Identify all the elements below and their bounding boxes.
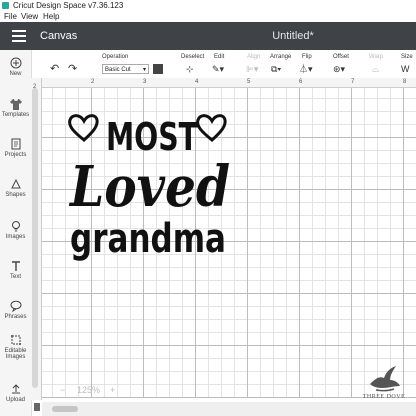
zoom-level: 125% — [77, 385, 101, 395]
redo-icon[interactable]: ↷ — [68, 64, 77, 75]
plus-circle-icon — [10, 57, 21, 69]
arrange-label: Arrange — [270, 54, 292, 60]
right-heart-icon — [196, 114, 227, 142]
ruler-number: 2 — [91, 79, 95, 85]
menu-help[interactable]: Help — [43, 11, 59, 22]
app-icon — [2, 2, 9, 9]
folder-icon — [11, 138, 20, 150]
edit-toolbar: ↶ ↷ Operation Deselect ⊹ Edit ✎▾ Align ⊫… — [0, 50, 416, 79]
sidebar-item-text[interactable]: Text — [0, 260, 31, 280]
horizontal-scroll-thumb[interactable] — [52, 406, 78, 412]
sidebar-item-label: Phrases — [4, 314, 27, 320]
app-header: Canvas Untitled* — [0, 22, 416, 50]
design-line-loved: Loved — [68, 154, 230, 220]
operation-value: Basic Cut — [105, 67, 131, 73]
top-ruler: 2 3 4 5 6 7 8 — [41, 78, 416, 88]
design-svg: MOST Loved grandma — [68, 114, 230, 262]
warp-label: Warp — [369, 54, 384, 60]
window-title: Cricut Design Space v7.36.123 — [13, 1, 124, 10]
operation-label: Operation — [102, 54, 129, 60]
menubar: File View Help — [0, 11, 416, 22]
zoom-control: − 125% + — [60, 383, 124, 397]
size-icon[interactable]: W — [401, 64, 410, 74]
flip-label: Flip — [302, 54, 312, 60]
zoom-in-button[interactable]: + — [110, 383, 115, 397]
edit-pen-icon[interactable]: ✎▾ — [212, 64, 224, 74]
window-titlebar: Cricut Design Space v7.36.123 — [0, 0, 416, 11]
upload-icon — [11, 384, 20, 394]
vertical-scrollbar[interactable] — [31, 88, 39, 400]
size-label: Size — [401, 54, 413, 60]
left-sidebar: New Templates Projects Shapes Images Tex… — [0, 50, 32, 416]
operation-select[interactable]: Basic Cut ▾ — [102, 64, 149, 74]
sidebar-item-upload[interactable]: Upload — [0, 383, 31, 403]
edit-label: Edit — [214, 54, 225, 60]
design-line-most: MOST — [106, 115, 198, 159]
sidebar-item-label: Images — [5, 234, 26, 240]
watermark-text: THREE DOVE — [362, 394, 406, 400]
text-icon — [11, 261, 20, 271]
sidebar-item-new[interactable]: New — [0, 57, 31, 77]
sidebar-item-templates[interactable]: Templates — [0, 98, 31, 118]
sidebar-item-label: Text — [9, 274, 21, 280]
undo-icon[interactable]: ↶ — [50, 64, 59, 75]
ruler-number: 8 — [403, 79, 407, 85]
ruler-number: 3 — [143, 79, 147, 85]
sidebar-item-editable-images[interactable]: Editable Images — [0, 334, 31, 360]
speech-bubble-icon — [10, 300, 21, 312]
design-artwork[interactable]: MOST Loved grandma — [60, 110, 240, 285]
sidebar-item-label: New — [9, 71, 22, 77]
ruler-number: 7 — [351, 79, 355, 85]
dove-logo-icon — [370, 366, 400, 392]
sidebar-item-shapes[interactable]: Shapes — [0, 178, 31, 198]
design-line-grandma: grandma — [70, 216, 226, 262]
offset-icon[interactable]: ⊛▾ — [333, 64, 345, 74]
sidebar-item-label: Shapes — [5, 192, 26, 198]
ruler-number: 6 — [299, 79, 303, 85]
operation-color-swatch[interactable] — [153, 64, 163, 74]
align-label: Align — [247, 54, 261, 60]
align-icon[interactable]: ⊫▾ — [246, 64, 258, 74]
document-title[interactable]: Untitled* — [0, 22, 416, 50]
shirt-icon — [9, 99, 22, 110]
sidebar-item-label: Upload — [5, 397, 25, 403]
sidebar-item-label: Editable Images — [4, 348, 27, 360]
sidebar-item-label: Projects — [4, 152, 27, 158]
scroll-corner-icon — [33, 402, 41, 412]
ruler-number: 4 — [195, 79, 199, 85]
menu-file[interactable]: File — [4, 11, 17, 22]
menu-view[interactable]: View — [21, 11, 38, 22]
ruler-number: 5 — [247, 79, 251, 85]
sidebar-item-images[interactable]: Images — [0, 220, 31, 240]
shapes-icon — [10, 178, 21, 189]
flip-icon[interactable]: ⏃▾ — [299, 64, 313, 74]
arrange-icon[interactable]: ⧉▾ — [271, 64, 281, 74]
sidebar-item-label: Templates — [1, 112, 30, 118]
warp-icon[interactable]: ⌓ — [372, 64, 379, 74]
chevron-down-icon: ▾ — [142, 67, 146, 73]
editable-image-icon — [10, 335, 21, 345]
left-heart-icon — [68, 114, 99, 142]
deselect-icon[interactable]: ⊹ — [186, 64, 194, 74]
vertical-scroll-thumb[interactable] — [32, 88, 38, 388]
sidebar-item-phrases[interactable]: Phrases — [0, 300, 31, 320]
deselect-label: Deselect — [181, 54, 205, 60]
offset-label: Offset — [333, 54, 349, 60]
lightbulb-icon — [11, 221, 20, 232]
sidebar-item-projects[interactable]: Projects — [0, 138, 31, 158]
zoom-out-button[interactable]: − — [60, 383, 65, 397]
watermark: THREE DOVE — [352, 362, 416, 410]
